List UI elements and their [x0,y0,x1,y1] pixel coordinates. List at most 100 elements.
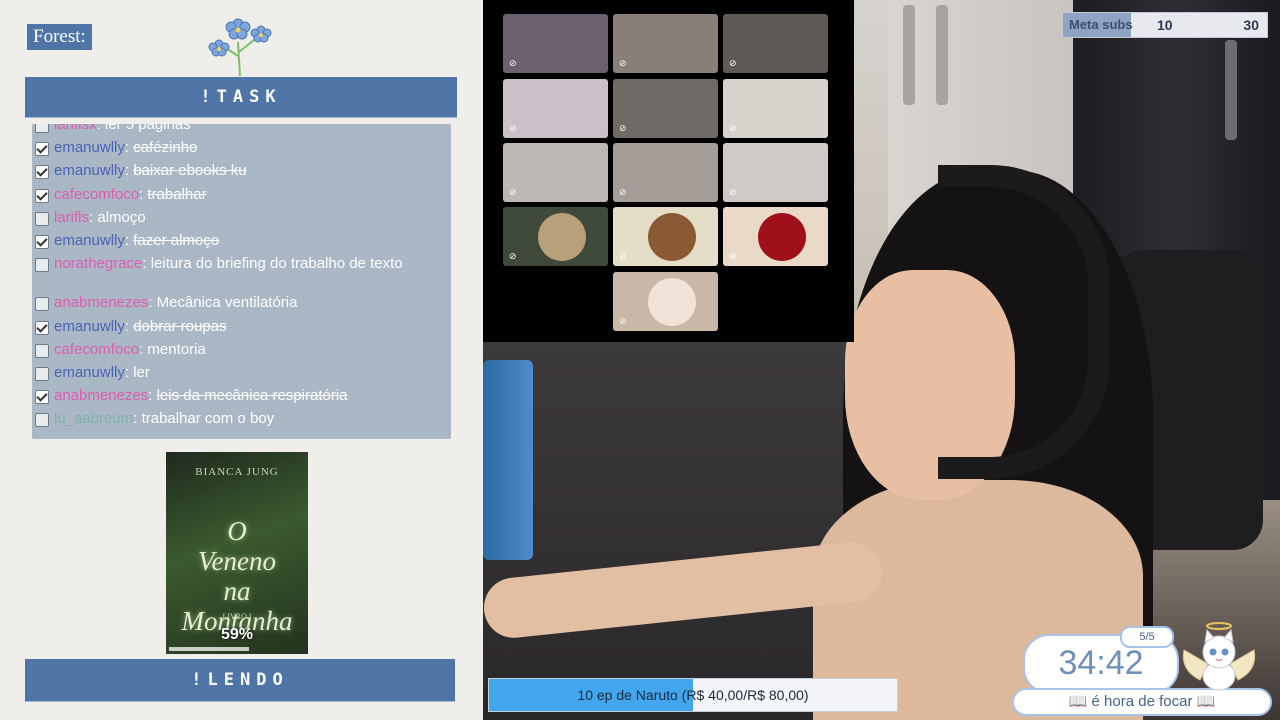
book-author: BIANCA JUNG [195,466,279,478]
focus-session-count: 5/5 [1120,626,1174,648]
task-content: emanuwlly: baixar ebooks ku [54,162,247,179]
focus-message: 📖 é hora de focar 📖 [1012,688,1272,716]
participant-avatar [648,213,696,261]
task-user: anabmenezes [54,294,149,312]
task-text: trabalhar com o boy [141,410,275,428]
sub-goal-current: 10 [1157,17,1173,33]
mic-off-icon: ⊘ [509,187,517,197]
task-content: larifls: almoço [54,209,146,226]
task-separator: : [124,364,134,381]
mic-off-icon: ⊘ [619,316,627,326]
participant-tile[interactable]: ⊘ [613,143,718,202]
task-separator: : [96,124,105,133]
task-item: emanuwlly: dobrar roupas [35,318,445,335]
task-content: emanuwlly: fazer almoço [54,232,219,249]
mic-off-icon: ⊘ [619,251,627,261]
task-content: lu_aabreum: trabalhar com o boy [54,410,274,427]
lendo-banner: !LENDO [25,659,455,702]
task-user: emanuwlly [54,364,125,381]
left-overlay-panel: Forest: !TASK lariflsx: ler 5 páginas ema… [0,0,483,720]
headset [938,165,1110,479]
task-separator: : [148,387,157,405]
task-checkbox[interactable] [35,124,49,133]
sub-goal-bar: Meta subs 10 30 [1062,12,1268,38]
participant-tile[interactable]: ⊘ [613,79,718,138]
task-checkbox[interactable] [35,258,49,273]
task-user: emanuwlly [54,139,125,157]
mic-off-icon: ⊘ [729,251,737,261]
task-item: cafecomfoco: trabalhar [35,186,445,203]
task-checkbox[interactable] [35,343,49,358]
task-text: leis da mecânica respiratória [156,387,348,405]
task-list: lariflsx: ler 5 páginas emanuwlly: cafézi… [32,124,451,439]
participant-tile[interactable]: ⊘ [503,207,608,266]
task-item: emanuwlly: cafézinho [35,139,445,157]
participant-tile[interactable]: ⊘ [613,14,718,73]
task-text: Mecânica ventilatória [156,294,298,312]
participant-tile[interactable]: ⊘ [723,79,828,138]
mic-off-icon: ⊘ [729,187,737,197]
participant-tile[interactable]: ⊘ [613,207,718,266]
task-item: emanuwlly: ler [35,364,445,381]
angel-cat-icon [1182,622,1256,691]
task-separator: : [124,232,134,249]
task-user: emanuwlly [54,162,125,180]
forest-label: Forest: [27,24,92,50]
participant-tile[interactable]: ⊘ [723,14,828,73]
participant-tile[interactable]: ⊘ [503,143,608,202]
task-item: lu_aabreum: trabalhar com o boy [35,410,445,428]
task-text: fazer almoço [133,232,220,249]
sub-goal-label: Meta subs [1069,17,1133,32]
task-user: emanuwlly [54,317,125,335]
mic-off-icon: ⊘ [509,58,517,68]
task-separator: : [133,410,142,428]
task-separator: : [148,294,157,312]
mic-off-icon: ⊘ [619,123,627,133]
task-text: ler [133,364,150,381]
book-cover: BIANCA JUNG O Veneno na Montanha LIVRO I… [166,452,308,654]
task-content: cafecomfoco: trabalhar [54,186,207,203]
task-item: norathegrace: leitura do briefing do tra… [35,255,445,273]
task-checkbox[interactable] [35,320,49,335]
task-user: lariflsx [54,124,97,133]
task-user: larifls [54,208,90,226]
task-item: anabmenezes: Mecânica ventilatória [35,294,445,312]
task-separator: : [124,317,134,335]
task-checkbox[interactable] [35,390,49,405]
task-checkbox[interactable] [35,367,49,381]
task-checkbox[interactable] [35,188,49,203]
task-item: emanuwlly: baixar ebooks ku [35,162,445,180]
participant-tile[interactable]: ⊘ [723,207,828,266]
task-content: emanuwlly: cafézinho [54,139,197,156]
mic-off-icon: ⊘ [509,123,517,133]
task-content: cafecomfoco: mentoria [54,341,206,358]
task-checkbox[interactable] [35,142,49,157]
task-text: ler 5 páginas [104,124,191,133]
book-volume: LIVRO I [222,612,252,621]
donation-goal-bar: 10 ep de Naruto (R$ 40,00/R$ 80,00) [488,678,898,712]
task-user: cafecomfoco [54,185,140,203]
participant-tile[interactable]: ⊘ [613,272,718,331]
task-user: lu_aabreum [54,410,134,428]
book-progress-text: 59% [220,626,254,643]
participant-tile[interactable]: ⊘ [503,79,608,138]
task-user: anabmenezes [54,387,149,405]
task-checkbox[interactable] [35,211,49,226]
mic-off-icon: ⊘ [729,123,737,133]
task-text: almoço [97,208,146,226]
task-checkbox[interactable] [35,413,49,428]
task-item: larifls: almoço [35,209,445,226]
participant-tile[interactable]: ⊘ [723,143,828,202]
task-separator: : [142,255,151,273]
task-checkbox[interactable] [35,165,49,180]
mic-off-icon: ⊘ [729,58,737,68]
task-checkbox[interactable] [35,297,49,312]
task-checkbox[interactable] [35,235,49,249]
mic-off-icon: ⊘ [509,251,517,261]
participant-avatar [648,278,696,326]
sub-goal-target: 30 [1243,17,1259,33]
task-text: dobrar roupas [133,317,227,335]
task-content: lariflsx: ler 5 páginas [54,124,191,133]
participant-tile[interactable]: ⊘ [503,14,608,73]
mic-off-icon: ⊘ [619,187,627,197]
